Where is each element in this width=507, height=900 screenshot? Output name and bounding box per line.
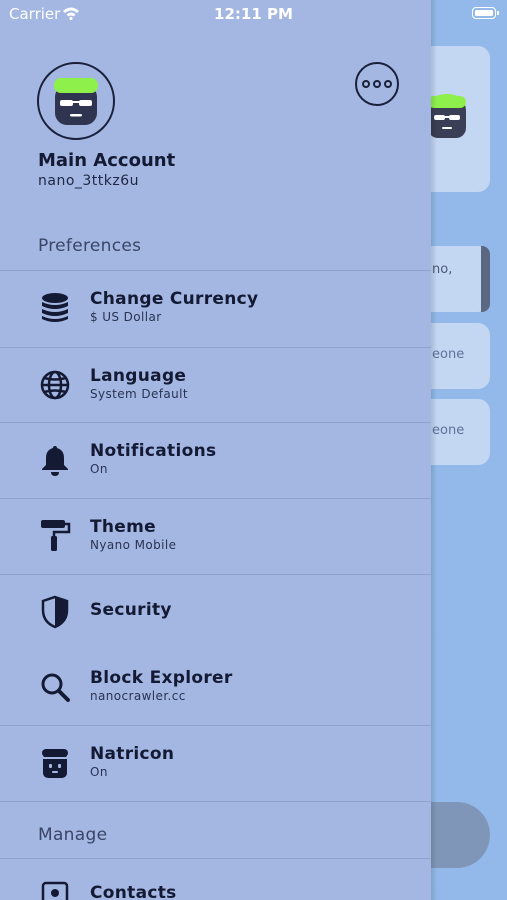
menu-item-language[interactable]: Language System Default [0,348,431,423]
menu-item-label: Security [90,600,172,620]
menu-item-label: Theme [90,517,156,537]
menu-item-label: Change Currency [90,289,259,309]
section-header-preferences: Preferences [38,236,142,256]
menu-item-block-explorer[interactable]: Block Explorer nanocrawler.cc [0,650,431,725]
drawer-shadow [431,0,437,900]
menu-item-subtitle: $ US Dollar [90,310,162,324]
menu-item-label: Natricon [90,744,175,764]
account-address: nano_3ttkz6u [38,173,140,189]
ellipsis-icon [362,80,392,88]
menu-item-subtitle: nanocrawler.cc [90,689,186,703]
settings-drawer: Main Account nano_3ttkz6u Preferences Ch… [0,0,431,900]
menu-item-label: Contacts [90,883,177,900]
menu-item-natricon[interactable]: Natricon On [0,726,431,801]
paint-roller-icon [38,518,72,552]
more-options-button[interactable] [355,62,399,106]
globe-icon [38,368,72,402]
account-avatar[interactable] [37,62,115,140]
menu-item-label: Block Explorer [90,668,233,688]
menu-item-theme[interactable]: Theme Nyano Mobile [0,499,431,574]
contact-card-icon [38,879,72,900]
menu-item-security[interactable]: Security [0,575,431,650]
background-card-accent [481,246,490,312]
menu-item-change-currency[interactable]: Change Currency $ US Dollar [0,271,431,346]
account-name: Main Account [38,150,176,171]
battery-icon [472,7,496,19]
natricon-icon [54,78,98,125]
status-time: 12:11 PM [214,5,293,23]
menu-item-subtitle: Nyano Mobile [90,538,177,552]
menu-item-subtitle: System Default [90,387,189,401]
status-bar: Carrier 12:11 PM [0,0,507,28]
section-header-manage: Manage [38,825,108,845]
shield-icon [38,595,72,629]
menu-item-label: Notifications [90,441,217,461]
menu-item-contacts[interactable]: Contacts [0,859,431,900]
divider [0,801,431,802]
natricon-icon [38,746,72,780]
search-icon [38,670,72,704]
database-icon [38,291,72,325]
menu-item-notifications[interactable]: Notifications On [0,423,431,498]
battery-terminal [497,11,499,15]
menu-item-subtitle: On [90,765,108,779]
menu-item-subtitle: On [90,462,108,476]
bell-icon [38,443,72,477]
menu-item-label: Language [90,366,187,386]
